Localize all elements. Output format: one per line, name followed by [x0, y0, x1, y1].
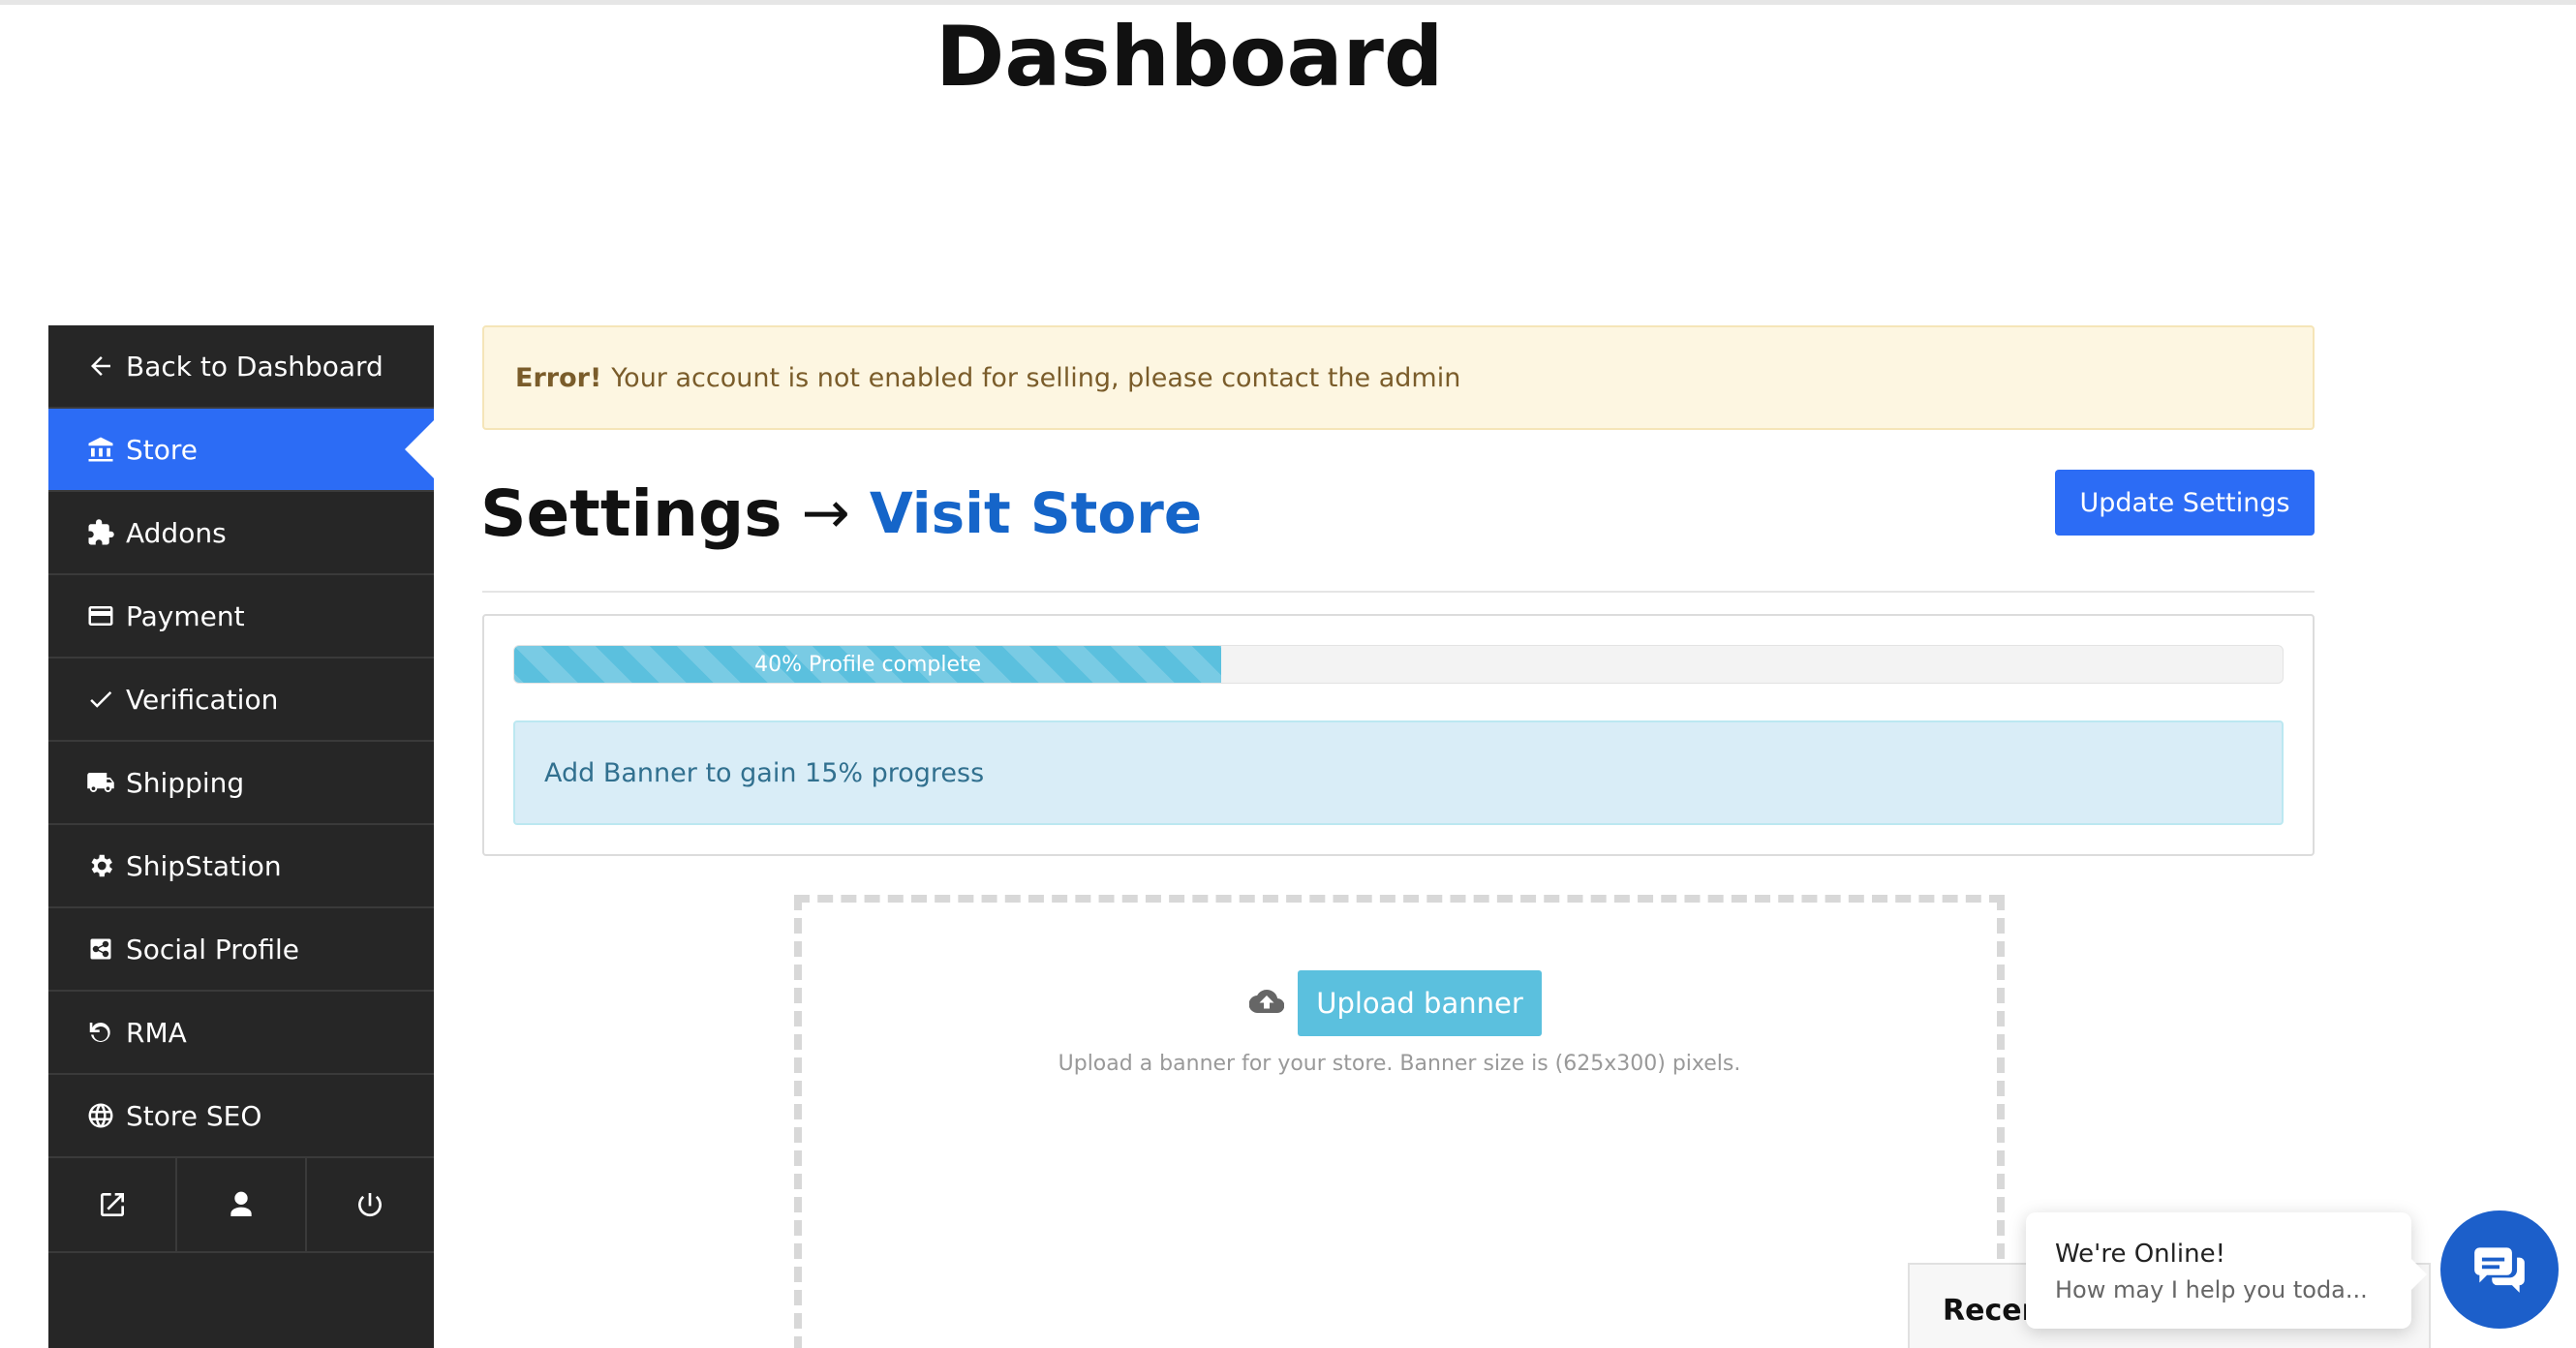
settings-title: Settings: [480, 475, 782, 551]
arrow-right-icon: →: [801, 479, 850, 547]
profile-completion-box: 40% Profile complete Add Banner to gain …: [482, 614, 2315, 856]
sidebar-item-label: Addons: [126, 516, 227, 549]
check-icon: [83, 682, 118, 717]
globe-icon: [83, 1098, 118, 1133]
sidebar-item-label: Store SEO: [126, 1099, 262, 1132]
power-icon[interactable]: [307, 1158, 434, 1251]
sidebar-item-label: Store: [126, 433, 199, 466]
arrow-left-icon: [83, 349, 118, 383]
sidebar: Back to Dashboard Store Addons Payment V…: [48, 325, 434, 1348]
error-alert: Error! Your account is not enabled for s…: [482, 325, 2315, 430]
bank-icon: [83, 432, 118, 467]
upload-banner-row: Upload banner: [1248, 970, 1542, 1036]
banner-dropzone[interactable]: [794, 895, 2005, 1348]
sidebar-item-label: RMA: [126, 1016, 187, 1049]
profile-progress-bar: 40% Profile complete: [513, 645, 2284, 684]
profile-progress-fill: 40% Profile complete: [514, 646, 1222, 683]
sidebar-item-label: Back to Dashboard: [126, 350, 383, 383]
chat-greeting-text: How may I help you toda...: [2055, 1276, 2368, 1303]
settings-heading: Settings → Visit Store: [480, 465, 1202, 562]
sidebar-item-shipping[interactable]: Shipping: [48, 742, 434, 825]
share-icon: [83, 932, 118, 966]
sidebar-item-store[interactable]: Store: [48, 409, 434, 492]
visit-store-link[interactable]: Visit Store: [870, 480, 1202, 546]
chat-icon: [2469, 1238, 2530, 1302]
sidebar-item-shipstation[interactable]: ShipStation: [48, 825, 434, 908]
sidebar-item-addons[interactable]: Addons: [48, 492, 434, 575]
sidebar-item-rma[interactable]: RMA: [48, 992, 434, 1075]
sidebar-item-payment[interactable]: Payment: [48, 575, 434, 659]
sidebar-footer: [48, 1158, 434, 1253]
truck-icon: [83, 765, 118, 800]
external-link-icon[interactable]: [48, 1158, 178, 1251]
divider: [482, 591, 2315, 593]
update-settings-button[interactable]: Update Settings: [2055, 470, 2315, 536]
sidebar-item-label: ShipStation: [126, 849, 282, 882]
error-alert-title: Error!: [515, 362, 602, 393]
sidebar-item-label: Shipping: [126, 766, 245, 799]
cloud-upload-icon: [1248, 984, 1298, 1024]
page-title: Dashboard: [935, 9, 1444, 106]
upload-banner-hint: Upload a banner for your store. Banner s…: [1058, 1052, 1741, 1076]
credit-card-icon: [83, 598, 118, 633]
chat-launcher-button[interactable]: [2440, 1210, 2559, 1329]
user-icon[interactable]: [177, 1158, 307, 1251]
gear-icon: [83, 848, 118, 883]
chat-greeting-bubble[interactable]: We're Online! How may I help you toda...: [2026, 1212, 2427, 1329]
sidebar-item-label: Payment: [126, 599, 245, 632]
sidebar-item-back-to-dashboard[interactable]: Back to Dashboard: [48, 325, 434, 409]
sidebar-item-social-profile[interactable]: Social Profile: [48, 908, 434, 992]
upload-banner-button[interactable]: Upload banner: [1298, 970, 1542, 1036]
sidebar-item-store-seo[interactable]: Store SEO: [48, 1075, 434, 1158]
profile-tip-alert: Add Banner to gain 15% progress: [513, 720, 2284, 825]
sidebar-item-label: Social Profile: [126, 933, 299, 965]
chat-greeting-title: We're Online!: [2055, 1240, 2225, 1269]
sidebar-item-verification[interactable]: Verification: [48, 659, 434, 742]
undo-icon: [83, 1015, 118, 1050]
puzzle-icon: [83, 515, 118, 550]
error-alert-message: Your account is not enabled for selling,…: [611, 362, 1461, 393]
sidebar-item-label: Verification: [126, 683, 279, 716]
